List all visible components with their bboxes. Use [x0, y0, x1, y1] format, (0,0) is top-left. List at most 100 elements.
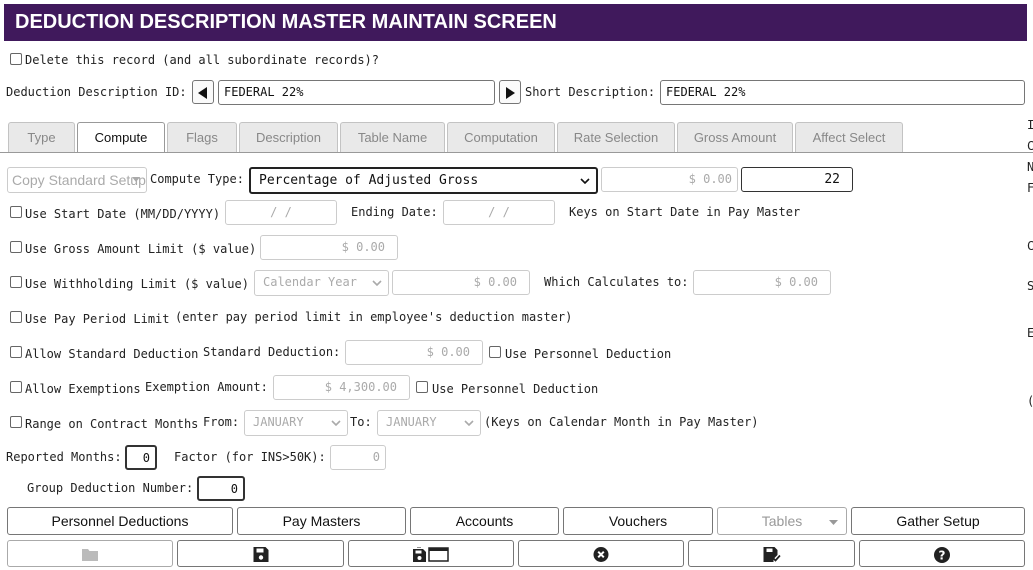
triangle-left-icon — [198, 87, 207, 99]
right-edge-glyph: F — [1027, 181, 1033, 195]
start-date-input[interactable]: / / — [225, 200, 337, 225]
tab-type[interactable]: Type — [8, 122, 75, 152]
allow-exemptions-label: Allow Exemptions — [25, 382, 141, 396]
compute-type-select[interactable]: Percentage of Adjusted Gross — [249, 167, 598, 194]
use-gross-limit-label: Use Gross Amount Limit ($ value) — [25, 242, 257, 256]
group-deduction-input[interactable]: 0 — [197, 476, 245, 501]
right-edge-glyph: E — [1027, 326, 1033, 340]
which-calculates-label: Which Calculates to: — [544, 275, 689, 289]
keys-start-date-note: Keys on Start Date in Pay Master — [569, 205, 801, 219]
chevron-down-icon — [372, 280, 382, 286]
help-button[interactable]: ? — [859, 540, 1025, 567]
chevron-down-icon — [464, 420, 474, 426]
tab-compute[interactable]: Compute — [77, 122, 165, 153]
use-pay-period-limit-checkbox[interactable] — [10, 311, 22, 323]
use-personnel-deduction-checkbox-1[interactable] — [489, 346, 501, 358]
save-as-icon — [413, 547, 449, 562]
range-contract-months-checkbox[interactable] — [10, 416, 22, 428]
previous-record-button[interactable] — [192, 80, 214, 104]
withholding-period-value: Calendar Year — [263, 275, 357, 289]
standard-deduction-label: Standard Deduction: — [203, 345, 341, 359]
right-edge-glyph: C — [1027, 239, 1033, 253]
gross-limit-input[interactable]: $ 0.00 — [260, 235, 398, 260]
help-icon: ? — [934, 547, 950, 563]
use-withholding-limit-checkbox[interactable] — [10, 276, 22, 288]
use-withholding-limit-label: Use Withholding Limit ($ value) — [25, 277, 249, 291]
tables-dropdown-button[interactable]: Tables — [717, 507, 847, 535]
open-button[interactable] — [7, 540, 173, 567]
use-start-date-checkbox[interactable] — [10, 206, 22, 218]
save-icon — [253, 547, 268, 562]
gather-setup-button[interactable]: Gather Setup — [851, 507, 1025, 535]
right-edge-glyph: S — [1027, 279, 1033, 293]
right-edge-glyph: ( — [1027, 394, 1033, 408]
keys-month-note: (Keys on Calendar Month in Pay Master) — [484, 415, 759, 429]
allow-standard-deduction-label: Allow Standard Deduction — [25, 347, 199, 361]
allow-exemptions-checkbox[interactable] — [10, 381, 22, 393]
use-personnel-deduction-checkbox-2[interactable] — [416, 381, 428, 393]
range-contract-months-label: Range on Contract Months — [25, 417, 199, 431]
pay-masters-button[interactable]: Pay Masters — [237, 507, 406, 535]
tab-rate-selection[interactable]: Rate Selection — [557, 122, 675, 152]
cancel-button[interactable] — [518, 540, 684, 567]
next-record-button[interactable] — [499, 80, 521, 104]
pay-period-note: (enter pay period limit in employee's de… — [175, 310, 573, 324]
from-label: From: — [203, 415, 240, 429]
exemption-amount-label: Exemption Amount: — [145, 380, 268, 394]
save-and-check-button[interactable] — [688, 540, 855, 567]
chevron-down-icon — [331, 420, 341, 426]
deduction-id-input[interactable]: FEDERAL 22% — [218, 80, 495, 105]
to-month-select[interactable]: JANUARY — [377, 410, 481, 436]
svg-text:?: ? — [939, 549, 946, 563]
reported-months-input[interactable]: 0 — [125, 445, 157, 470]
triangle-right-icon — [506, 87, 515, 99]
copy-standard-setup-select[interactable]: Copy Standard Setup — [7, 167, 147, 193]
tab-flags[interactable]: Flags — [167, 122, 237, 152]
compute-percent-input[interactable]: 22 — [741, 167, 853, 192]
tab-gross-amount[interactable]: Gross Amount — [677, 122, 793, 152]
allow-standard-deduction-checkbox[interactable] — [10, 346, 22, 358]
delete-record-checkbox[interactable] — [10, 53, 22, 65]
compute-type-value: Percentage of Adjusted Gross — [259, 173, 479, 188]
use-start-date-label: Use Start Date (MM/DD/YYYY) — [25, 207, 221, 221]
exemption-amount-input[interactable]: $ 4,300.00 — [273, 375, 410, 400]
withholding-period-select[interactable]: Calendar Year — [254, 270, 389, 296]
reported-months-label: Reported Months: — [6, 450, 122, 464]
vouchers-button[interactable]: Vouchers — [563, 507, 713, 535]
ending-date-label: Ending Date: — [351, 205, 438, 219]
tab-table-name[interactable]: Table Name — [340, 122, 445, 152]
to-month-value: JANUARY — [386, 415, 437, 429]
use-gross-limit-checkbox[interactable] — [10, 241, 22, 253]
calculates-to-input[interactable]: $ 0.00 — [693, 270, 831, 295]
compute-amount-input[interactable]: $ 0.00 — [601, 167, 738, 192]
tab-divider — [0, 152, 1033, 153]
chevron-down-icon — [580, 178, 590, 184]
personnel-deductions-button[interactable]: Personnel Deductions — [7, 507, 233, 535]
from-month-value: JANUARY — [253, 415, 304, 429]
save-as-button[interactable] — [348, 540, 514, 567]
accounts-button[interactable]: Accounts — [410, 507, 559, 535]
save-check-icon — [763, 547, 780, 562]
folder-icon — [82, 549, 98, 561]
short-description-label: Short Description: — [525, 85, 656, 99]
right-edge-glyph: I — [1027, 118, 1033, 132]
standard-deduction-input[interactable]: $ 0.00 — [345, 340, 483, 365]
deduction-id-label: Deduction Description ID: — [6, 85, 187, 99]
factor-label: Factor (for INS>50K): — [174, 450, 326, 464]
compute-amount-value: $ 0.00 — [688, 172, 732, 186]
delete-record-label: Delete this record (and all subordinate … — [25, 53, 380, 67]
ending-date-input[interactable]: / / — [443, 200, 555, 225]
tab-description[interactable]: Description — [239, 122, 338, 152]
tab-computation[interactable]: Computation — [447, 122, 555, 152]
from-month-select[interactable]: JANUARY — [244, 410, 348, 436]
use-pay-period-limit-label: Use Pay Period Limit — [25, 312, 170, 326]
page-title: DEDUCTION DESCRIPTION MASTER MAINTAIN SC… — [4, 4, 1027, 41]
tab-affect-select[interactable]: Affect Select — [795, 122, 903, 152]
withholding-limit-input[interactable]: $ 0.00 — [392, 270, 530, 295]
group-deduction-label: Group Deduction Number: — [27, 481, 194, 495]
save-button[interactable] — [177, 540, 344, 567]
factor-input[interactable]: 0 — [330, 445, 386, 470]
copy-standard-setup-value: Copy Standard Setup — [12, 172, 146, 188]
right-edge-glyph: N — [1027, 160, 1033, 174]
short-description-input[interactable]: FEDERAL 22% — [660, 80, 1025, 105]
